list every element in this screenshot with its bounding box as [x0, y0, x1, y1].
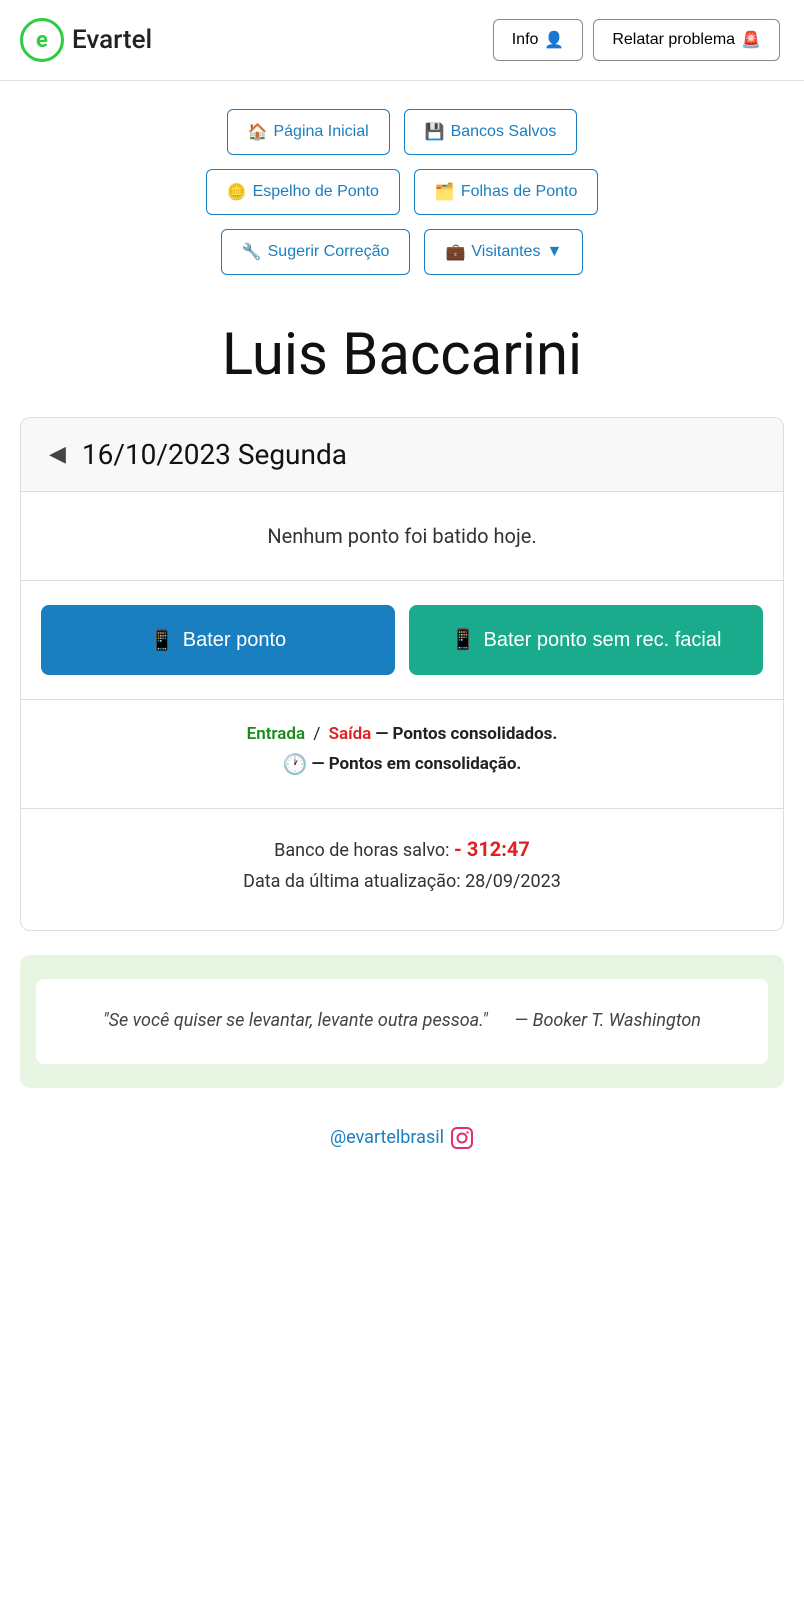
- info-button[interactable]: Info 👤: [493, 19, 584, 61]
- folhas-icon: 🗂️: [435, 182, 455, 202]
- nav-sugerir-correcao[interactable]: 🔧 Sugerir Correção: [221, 229, 411, 275]
- nav-visitantes[interactable]: 💼 Visitantes ▼: [424, 229, 583, 275]
- pagina-inicial-icon: 🏠: [248, 122, 268, 142]
- footer: @evartelbrasil: [0, 1108, 804, 1182]
- bater-ponto-label: Bater ponto: [183, 629, 286, 652]
- no-punch-message: Nenhum ponto foi batido hoje.: [21, 492, 783, 581]
- info-icon: 👤: [544, 30, 564, 50]
- banco-horas-row: Banco de horas salvo: - 312:47: [41, 837, 763, 861]
- bater-sem-label: Bater ponto sem rec. facial: [484, 627, 722, 653]
- bancos-salvos-label: Bancos Salvos: [451, 123, 557, 141]
- espelho-icon: 🪙: [227, 182, 247, 202]
- nav-row-1: 🏠 Página Inicial 💾 Bancos Salvos: [227, 109, 578, 155]
- nav-espelho-ponto[interactable]: 🪙 Espelho de Ponto: [206, 169, 400, 215]
- chevron-down-icon: ▼: [546, 243, 562, 261]
- date-header: ◀ 16/10/2023 Segunda: [21, 418, 783, 492]
- legend: Entrada / Saída — Pontos consolidados. 🕐…: [21, 700, 783, 809]
- banco-value: - 312:47: [454, 837, 530, 861]
- legend-saida: Saída: [329, 724, 372, 744]
- sugerir-icon: 🔧: [242, 242, 262, 262]
- visitantes-icon: 💼: [445, 242, 465, 262]
- info-label: Info: [512, 31, 539, 49]
- folhas-label: Folhas de Ponto: [461, 183, 578, 201]
- legend-consolidated-row: Entrada / Saída — Pontos consolidados.: [41, 724, 763, 744]
- header-buttons: Info 👤 Relatar problema 🚨: [493, 19, 780, 61]
- legend-consolidated-text: — Pontos consolidados.: [375, 724, 557, 744]
- prev-date-button[interactable]: ◀: [49, 442, 66, 467]
- logo-name: Evartel: [72, 25, 152, 55]
- espelho-label: Espelho de Ponto: [253, 183, 379, 201]
- navigation: 🏠 Página Inicial 💾 Bancos Salvos 🪙 Espel…: [0, 81, 804, 285]
- quote-text: "Se você quiser se levantar, levante out…: [60, 1007, 744, 1036]
- main-card: ◀ 16/10/2023 Segunda Nenhum ponto foi ba…: [20, 417, 784, 931]
- nav-row-2: 🪙 Espelho de Ponto 🗂️ Folhas de Ponto: [206, 169, 599, 215]
- date-display: 16/10/2023 Segunda: [82, 438, 347, 471]
- report-label: Relatar problema: [612, 31, 735, 49]
- bater-ponto-button[interactable]: 📱 Bater ponto: [41, 605, 395, 675]
- legend-consolidating-text: — Pontos em consolidação.: [312, 754, 522, 774]
- legend-consolidating-row: 🕐 — Pontos em consolidação.: [41, 752, 763, 776]
- instagram-icon: [450, 1126, 474, 1150]
- quote-inner: "Se você quiser se levantar, levante out…: [36, 979, 768, 1064]
- sugerir-label: Sugerir Correção: [268, 243, 390, 261]
- report-problem-button[interactable]: Relatar problema 🚨: [593, 19, 780, 61]
- legend-entrada: Entrada: [247, 724, 305, 744]
- bancos-salvos-icon: 💾: [425, 122, 445, 142]
- clock-icon: 🕐: [283, 752, 308, 776]
- page-title: Luis Baccarini: [0, 285, 804, 417]
- logo-icon: e: [20, 18, 64, 62]
- report-icon: 🚨: [741, 30, 761, 50]
- update-label: Data da última atualização:: [243, 871, 460, 892]
- nav-folhas-ponto[interactable]: 🗂️ Folhas de Ponto: [414, 169, 598, 215]
- instagram-handle: @evartelbrasil: [330, 1127, 444, 1148]
- banco-label: Banco de horas salvo:: [274, 840, 449, 861]
- header: e Evartel Info 👤 Relatar problema 🚨: [0, 0, 804, 81]
- logo: e Evartel: [20, 18, 152, 62]
- visitantes-label: Visitantes: [471, 243, 540, 261]
- bater-sem-icon: 📱: [451, 627, 476, 653]
- update-date: 28/09/2023: [465, 871, 561, 892]
- nav-row-3: 🔧 Sugerir Correção 💼 Visitantes ▼: [221, 229, 584, 275]
- quote-section: "Se você quiser se levantar, levante out…: [20, 955, 784, 1088]
- nav-pagina-inicial[interactable]: 🏠 Página Inicial: [227, 109, 390, 155]
- bater-ponto-sem-facial-button[interactable]: 📱 Bater ponto sem rec. facial: [409, 605, 763, 675]
- instagram-link[interactable]: @evartelbrasil: [330, 1126, 474, 1150]
- update-date-row: Data da última atualização: 28/09/2023: [41, 871, 763, 892]
- bater-ponto-icon: 📱: [150, 628, 175, 653]
- hours-info: Banco de horas salvo: - 312:47 Data da ú…: [21, 809, 783, 930]
- nav-bancos-salvos[interactable]: 💾 Bancos Salvos: [404, 109, 578, 155]
- quote-author: — Booker T. Washington: [514, 1010, 701, 1031]
- pagina-inicial-label: Página Inicial: [273, 123, 368, 141]
- action-buttons: 📱 Bater ponto 📱 Bater ponto sem rec. fac…: [21, 581, 783, 700]
